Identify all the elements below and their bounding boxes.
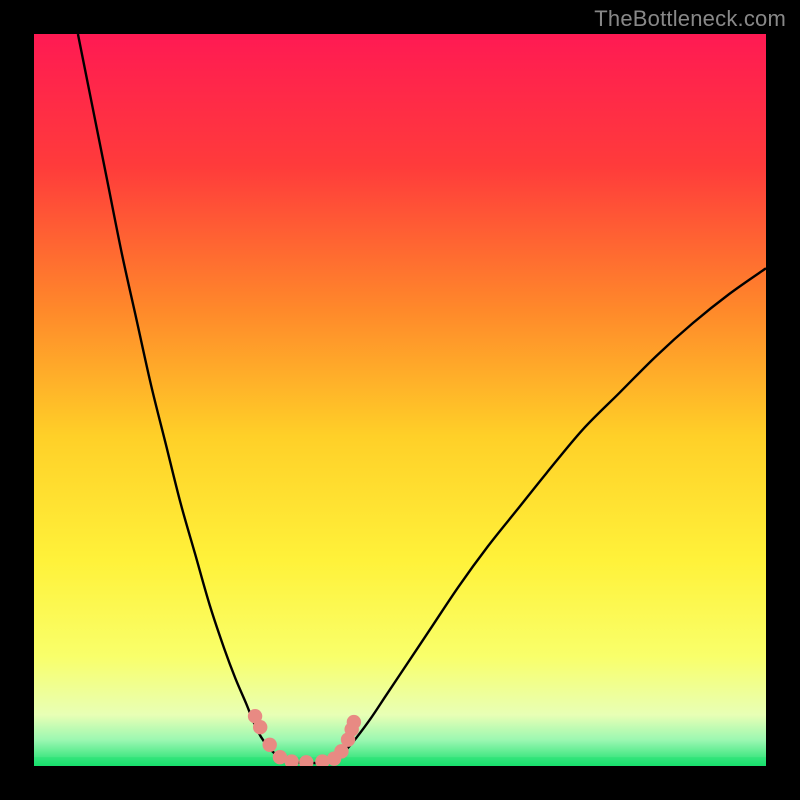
heat-gradient-background	[34, 34, 766, 766]
plot-area	[34, 34, 766, 766]
bottleneck-chart	[34, 34, 766, 766]
watermark-label: TheBottleneck.com	[594, 6, 786, 32]
data-marker	[253, 720, 267, 734]
data-marker	[347, 715, 361, 729]
chart-frame: TheBottleneck.com	[0, 0, 800, 800]
data-marker	[263, 738, 277, 752]
green-band	[34, 757, 766, 766]
